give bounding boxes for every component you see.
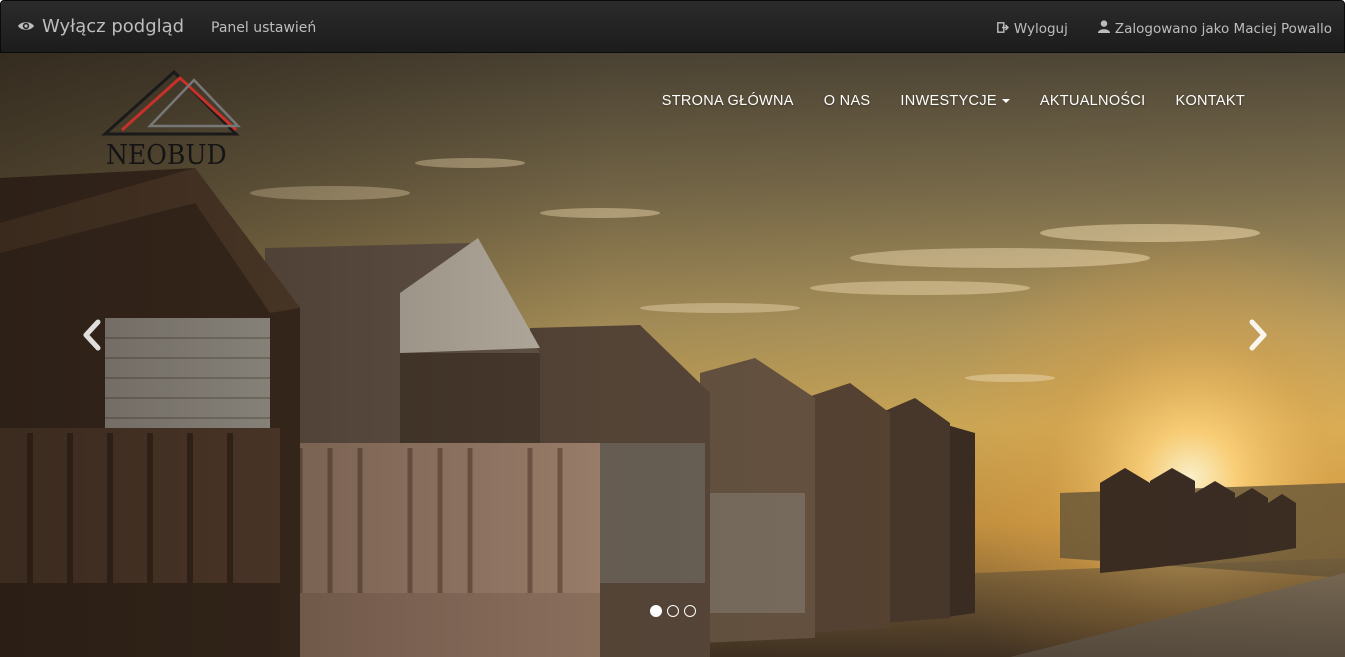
carousel-indicator-3[interactable] — [684, 605, 696, 617]
nav-item-about[interactable]: O NAS — [824, 93, 871, 109]
carousel-indicator-1[interactable] — [650, 605, 662, 617]
chevron-left-icon — [83, 319, 101, 351]
caret-down-icon — [1001, 99, 1010, 103]
carousel-indicators — [650, 605, 696, 617]
admin-user-area: Wyloguj Zalogowano jako Maciej Powallo — [996, 20, 1332, 37]
nav-item-label: STRONA GŁÓWNA — [661, 93, 794, 109]
main-navigation: STRONA GŁÓWNA O NAS INWESTYCJE AKTUALNOŚ… — [662, 93, 1245, 109]
carousel-prev-button[interactable] — [72, 315, 112, 355]
nav-item-label: AKTUALNOŚCI — [1039, 93, 1146, 109]
disable-preview-button[interactable]: Wyłącz podgląd — [17, 16, 184, 37]
user-icon — [1097, 20, 1110, 37]
chevron-right-icon — [1249, 319, 1267, 351]
disable-preview-label: Wyłącz podgląd — [42, 16, 185, 37]
admin-bar: Wyłącz podgląd Panel ustawień Wyloguj Za… — [0, 0, 1345, 53]
eye-icon — [17, 16, 35, 37]
nav-item-news[interactable]: AKTUALNOŚCI — [1040, 93, 1146, 109]
logout-label: Wyloguj — [1013, 20, 1068, 37]
nav-item-label: KONTAKT — [1175, 93, 1245, 109]
logged-in-user[interactable]: Zalogowano jako Maciej Powallo — [1097, 20, 1332, 37]
logout-icon — [996, 21, 1009, 37]
nav-item-label: INWESTYCJE — [900, 93, 997, 109]
nav-item-home[interactable]: STRONA GŁÓWNA — [662, 93, 794, 109]
settings-panel-link[interactable]: Panel ustawień — [211, 20, 316, 36]
neobud-logo[interactable]: NEOBUD — [100, 69, 245, 180]
carousel-next-button[interactable] — [1238, 315, 1278, 355]
logout-link[interactable]: Wyloguj — [996, 20, 1068, 37]
logo-triangles — [101, 69, 241, 136]
logo-text: NEOBUD — [106, 140, 227, 171]
hero-carousel: NEOBUD STRONA GŁÓWNA O NAS INWESTYCJE AK… — [0, 53, 1345, 657]
nav-item-contact[interactable]: KONTAKT — [1175, 93, 1245, 109]
logged-in-label: Zalogowano jako Maciej Powallo — [1114, 20, 1332, 37]
nav-item-investments[interactable]: INWESTYCJE — [900, 93, 1010, 109]
nav-item-label: O NAS — [823, 93, 871, 109]
carousel-indicator-2[interactable] — [667, 605, 679, 617]
